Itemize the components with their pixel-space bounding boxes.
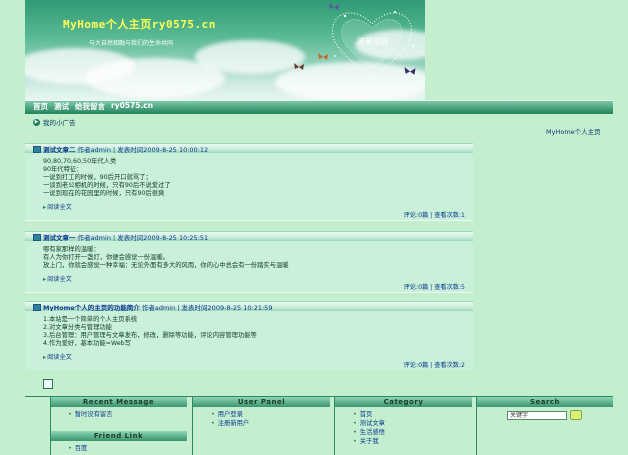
post-text-line: 放上门，你就会感觉一种幸福：无论外面有多大的风雨，你的心中总会有一份踏实与温暖 — [43, 262, 289, 269]
user-panel-widget: User Panel 用户登录 注册新用户 — [193, 397, 330, 428]
list-item[interactable]: 测试文章 — [353, 419, 472, 428]
post-text-line: 90年代特征： — [43, 166, 83, 173]
widget-title: Friend Link — [50, 431, 187, 441]
post-text-line: 90,80,70,60,50年代人类 — [43, 158, 117, 165]
widget-title: Search — [477, 397, 613, 407]
search-widget: Search — [477, 397, 613, 407]
friend-link-widget: Friend Link 百度 — [50, 431, 187, 453]
post-icon — [33, 146, 41, 153]
post-separator — [25, 292, 473, 293]
post-body: 90,80,70,60,50年代人类 90年代特征： 一说到打工的时候，90后开… — [25, 153, 473, 220]
post-body: 哪有家那样的温暖： 有人为你打开一盏灯，你便会感觉一份温暖。 放上门，你就会感觉… — [25, 241, 473, 292]
read-more-link[interactable]: 阅读全文 — [43, 274, 473, 283]
list-item[interactable]: 百度 — [68, 444, 187, 453]
list-item[interactable]: 用户登录 — [211, 410, 330, 419]
post-header: 测试文章一 作者admin | 发表时间2009-8-25 10:25:51 — [25, 231, 473, 242]
post-header: MyHome个人的主页的功能简介 作者admin | 发表时间2009-8-25… — [25, 301, 473, 312]
post-item: 测试文章二 作者admin | 发表时间2009-8-25 10:00:12 9… — [25, 143, 473, 221]
banner-logo-text: 流星花园 — [356, 37, 389, 46]
widget-title: User Panel — [193, 397, 330, 407]
page-checkbox[interactable] — [43, 379, 53, 389]
widget-title: Category — [335, 397, 472, 407]
category-widget: Category 首页 测试文章 生活感悟 关于我 — [335, 397, 472, 446]
list-item[interactable]: 首页 — [353, 410, 472, 419]
recent-message-list: 暂时没有留言 — [50, 407, 187, 419]
recent-message-widget: Recent Message 暂时没有留言 — [50, 397, 187, 419]
site-subtitle: 与大自然相融与我们的生命共同 — [89, 40, 174, 47]
post-body: 1.本站是一个简单的个人主页系统 2.对文章分类与管理功能 3.后台管理：用户管… — [25, 311, 473, 370]
post-text-line: 1.本站是一个简单的个人主页系统 — [43, 316, 138, 323]
search-input[interactable]: 关键字 — [507, 411, 567, 420]
post-text-line: 哪有家那样的温暖： — [43, 246, 100, 253]
search-button[interactable] — [570, 410, 582, 420]
sidebar-title: MyHome个人主页 — [546, 128, 601, 136]
post-separator — [25, 220, 473, 221]
main-nav: 首页 测试 给我留言 ry0575.cn — [25, 100, 613, 112]
post-header: 测试文章二 作者admin | 发表时间2009-8-25 10:00:12 — [25, 143, 473, 154]
post-item: 测试文章一 作者admin | 发表时间2009-8-25 10:25:51 哪… — [25, 231, 473, 293]
list-item[interactable]: 暂时没有留言 — [68, 410, 187, 419]
widget-title: Recent Message — [50, 397, 187, 407]
post-text-line: 一说到打工的时候，90后开口就骂了； — [43, 174, 152, 181]
post-text-line: 一谈到老公相机的时候，只有90后不说爱过了 — [43, 182, 171, 189]
header-banner: MyHome个人主页ry0575.cn 与大自然相融与我们的生命共同 流星花园 — [25, 0, 425, 100]
site-title: MyHome个人主页ry0575.cn — [63, 18, 216, 31]
post-text-line: 一说到现在的花园里的时候，只有90后很爽 — [43, 190, 165, 197]
post-item: MyHome个人的主页的功能简介 作者admin | 发表时间2009-8-25… — [25, 301, 473, 370]
post-footer[interactable]: 评论:0篇 | 查看次数:1 — [43, 211, 473, 220]
post-text-line: 4.作为爱好，基本功能=Web写 — [43, 340, 131, 347]
butterfly-icon — [329, 3, 339, 10]
page: MyHome个人主页ry0575.cn 与大自然相融与我们的生命共同 流星花园 … — [0, 0, 628, 455]
butterfly-icon — [318, 53, 328, 60]
butterfly-icon — [404, 67, 416, 75]
user-panel-list: 用户登录 注册新用户 — [193, 407, 330, 428]
post-footer[interactable]: 评论:0篇 | 查看次数:5 — [43, 283, 473, 292]
list-item[interactable]: 生活感悟 — [353, 428, 472, 437]
announcement-text[interactable]: 我的小广告 — [43, 117, 76, 127]
post-footer[interactable]: 评论:0篇 | 查看次数:2 — [43, 361, 473, 370]
list-item[interactable]: 注册新用户 — [211, 419, 330, 428]
nav-guestbook[interactable]: 给我留言 — [75, 101, 105, 112]
post-text-line: 有人为你打开一盏灯，你便会感觉一份温暖。 — [43, 254, 169, 261]
category-list: 首页 测试文章 生活感悟 关于我 — [335, 407, 472, 446]
nav-divider — [25, 112, 613, 114]
read-more-link[interactable]: 阅读全文 — [43, 352, 473, 361]
friend-link-list: 百度 — [50, 441, 187, 453]
nav-test[interactable]: 测试 — [54, 101, 69, 112]
post-text-line: 2.对文章分类与管理功能 — [43, 324, 112, 331]
post-text-line: 3.后台管理：用户管理与文章发布，修改，删除等功能，评论内容管理功能等 — [43, 332, 257, 339]
post-icon — [33, 304, 41, 311]
list-item[interactable]: 关于我 — [353, 437, 472, 446]
nav-home[interactable]: 首页 — [33, 101, 48, 112]
speaker-icon: ▶ — [33, 118, 40, 126]
nav-site-link[interactable]: ry0575.cn — [111, 101, 153, 112]
announcement: ▶ 我的小广告 — [33, 117, 76, 127]
butterfly-icon — [294, 63, 304, 70]
read-more-link[interactable]: 阅读全文 — [43, 202, 473, 211]
nav-links: 首页 测试 给我留言 ry0575.cn — [33, 101, 153, 112]
column-divider — [50, 397, 51, 455]
post-icon — [33, 234, 41, 241]
